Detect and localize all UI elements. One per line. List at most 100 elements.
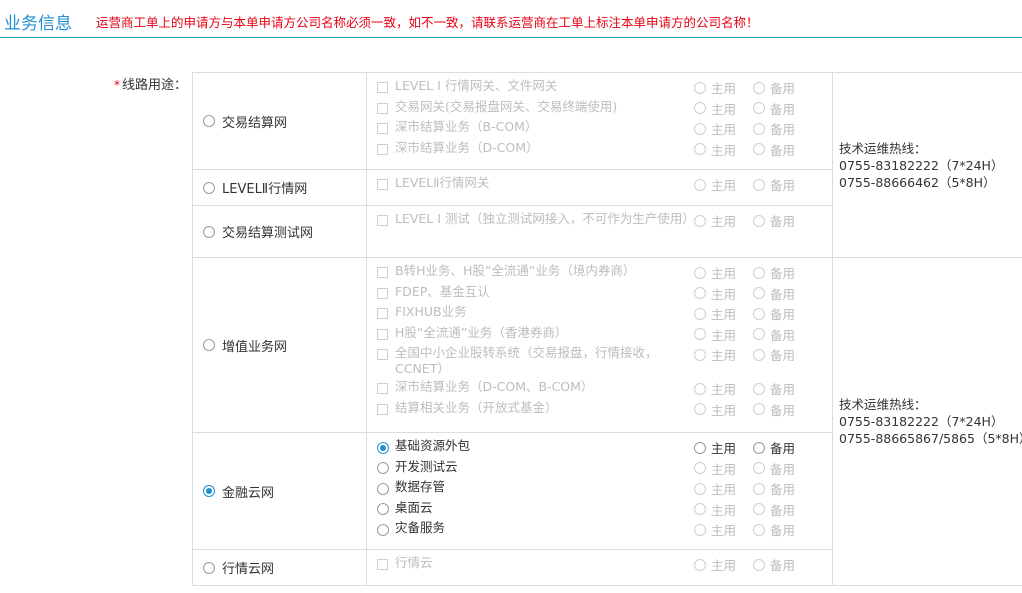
role-primary-radio[interactable] [694, 307, 706, 320]
role-primary-option[interactable]: 主用 [694, 175, 753, 194]
network-option-market-cloud[interactable]: 行情云网 [203, 558, 366, 577]
network-option-level2[interactable]: LEVELⅡ行情网 [203, 178, 366, 197]
role-backup-option[interactable]: 备用 [753, 400, 812, 419]
role-primary-radio[interactable] [694, 441, 706, 454]
role-backup-option[interactable]: 备用 [753, 500, 812, 519]
service-checkbox[interactable] [377, 267, 388, 278]
role-backup-radio[interactable] [753, 266, 765, 279]
role-primary-radio[interactable] [694, 558, 706, 571]
role-backup-option[interactable]: 备用 [753, 325, 812, 344]
role-backup-radio[interactable] [753, 143, 765, 155]
role-backup-option[interactable]: 备用 [753, 379, 812, 398]
role-primary-option[interactable]: 主用 [694, 555, 753, 574]
role-backup-option[interactable]: 备用 [753, 263, 812, 282]
role-backup-option[interactable]: 备用 [753, 304, 812, 323]
service-option[interactable]: LEVEL I 测试（独立测试网接入，不可作为生产使用） 主用 备用 [377, 209, 832, 230]
role-backup-radio[interactable] [753, 81, 765, 94]
role-backup-option[interactable]: 备用 [753, 459, 812, 478]
network-radio[interactable] [203, 485, 215, 497]
role-backup-option[interactable]: 备用 [753, 175, 812, 194]
service-checkbox[interactable] [377, 287, 388, 299]
role-primary-radio[interactable] [694, 81, 706, 94]
service-checkbox[interactable] [377, 308, 388, 319]
role-primary-option[interactable]: 主用 [694, 479, 753, 498]
role-primary-radio[interactable] [694, 266, 706, 279]
service-option[interactable]: H股“全流通”业务（香港券商） 主用 备用 [377, 323, 832, 344]
role-primary-radio[interactable] [694, 122, 706, 135]
role-primary-option[interactable]: 主用 [694, 379, 753, 398]
service-option[interactable]: 全国中小企业股转系统（交易报盘，行情接收，CCNET） 主用 备用 [377, 343, 832, 377]
role-backup-radio[interactable] [753, 441, 765, 454]
service-radio[interactable] [377, 523, 389, 536]
service-option[interactable]: B转H业务、H股“全流通”业务（境内券商） 主用 备用 [377, 261, 832, 282]
service-option[interactable]: 基础资源外包 主用 备用 [377, 436, 832, 457]
role-backup-option[interactable]: 备用 [753, 99, 812, 118]
role-backup-option[interactable]: 备用 [753, 78, 812, 97]
network-radio[interactable] [203, 115, 215, 127]
service-checkbox[interactable] [377, 102, 388, 114]
role-backup-radio[interactable] [753, 523, 765, 536]
role-primary-radio[interactable] [694, 178, 706, 191]
role-primary-option[interactable]: 主用 [694, 99, 753, 118]
service-option[interactable]: 数据存管 主用 备用 [377, 477, 832, 498]
service-checkbox[interactable] [377, 403, 388, 415]
network-option-finance-cloud[interactable]: 金融云网 [203, 482, 366, 501]
role-primary-option[interactable]: 主用 [694, 400, 753, 419]
service-option[interactable]: FIXHUB业务 主用 备用 [377, 302, 832, 323]
network-radio[interactable] [203, 561, 215, 574]
role-backup-radio[interactable] [753, 287, 765, 299]
role-primary-radio[interactable] [694, 328, 706, 340]
role-primary-radio[interactable] [694, 287, 706, 299]
service-checkbox[interactable] [377, 328, 388, 340]
role-primary-option[interactable]: 主用 [694, 438, 753, 457]
service-checkbox[interactable] [377, 215, 388, 226]
role-primary-option[interactable]: 主用 [694, 78, 753, 97]
role-backup-radio[interactable] [753, 462, 765, 474]
role-primary-radio[interactable] [694, 214, 706, 227]
role-backup-radio[interactable] [753, 214, 765, 227]
service-option[interactable]: 深市结算业务（B-COM） 主用 备用 [377, 117, 832, 138]
role-backup-option[interactable]: 备用 [753, 345, 812, 364]
role-backup-radio[interactable] [753, 503, 765, 515]
role-primary-radio[interactable] [694, 482, 706, 495]
role-primary-radio[interactable] [694, 462, 706, 474]
service-checkbox[interactable] [377, 123, 388, 134]
role-backup-radio[interactable] [753, 382, 765, 395]
role-primary-radio[interactable] [694, 403, 706, 415]
role-primary-option[interactable]: 主用 [694, 325, 753, 344]
role-backup-option[interactable]: 备用 [753, 119, 812, 138]
role-primary-option[interactable]: 主用 [694, 140, 753, 159]
role-backup-option[interactable]: 备用 [753, 284, 812, 303]
role-backup-radio[interactable] [753, 307, 765, 320]
role-backup-radio[interactable] [753, 102, 765, 114]
role-primary-option[interactable]: 主用 [694, 520, 753, 539]
role-primary-option[interactable]: 主用 [694, 500, 753, 519]
role-backup-option[interactable]: 备用 [753, 140, 812, 159]
role-backup-option[interactable]: 备用 [753, 479, 812, 498]
role-primary-radio[interactable] [694, 523, 706, 536]
role-primary-radio[interactable] [694, 503, 706, 515]
role-primary-option[interactable]: 主用 [694, 304, 753, 323]
service-radio[interactable] [377, 482, 389, 495]
service-checkbox[interactable] [377, 179, 388, 190]
service-checkbox[interactable] [377, 349, 388, 360]
service-radio[interactable] [377, 503, 389, 515]
role-backup-radio[interactable] [753, 558, 765, 571]
service-option[interactable]: 灾备服务 主用 备用 [377, 518, 832, 539]
service-option[interactable]: LEVELⅡ行情网关 主用 备用 [377, 173, 832, 194]
role-backup-option[interactable]: 备用 [753, 211, 812, 230]
network-radio[interactable] [203, 181, 215, 194]
service-option[interactable]: FDEP、基金互认 主用 备用 [377, 282, 832, 303]
role-primary-option[interactable]: 主用 [694, 119, 753, 138]
role-primary-option[interactable]: 主用 [694, 345, 753, 364]
role-primary-option[interactable]: 主用 [694, 284, 753, 303]
service-checkbox[interactable] [377, 82, 388, 93]
role-backup-radio[interactable] [753, 348, 765, 361]
service-option[interactable]: 交易网关(交易报盘网关、交易终端使用) 主用 备用 [377, 97, 832, 118]
role-primary-option[interactable]: 主用 [694, 263, 753, 282]
role-primary-option[interactable]: 主用 [694, 211, 753, 230]
role-backup-radio[interactable] [753, 178, 765, 191]
service-radio[interactable] [377, 441, 389, 454]
network-radio[interactable] [203, 339, 215, 351]
role-primary-option[interactable]: 主用 [694, 459, 753, 478]
